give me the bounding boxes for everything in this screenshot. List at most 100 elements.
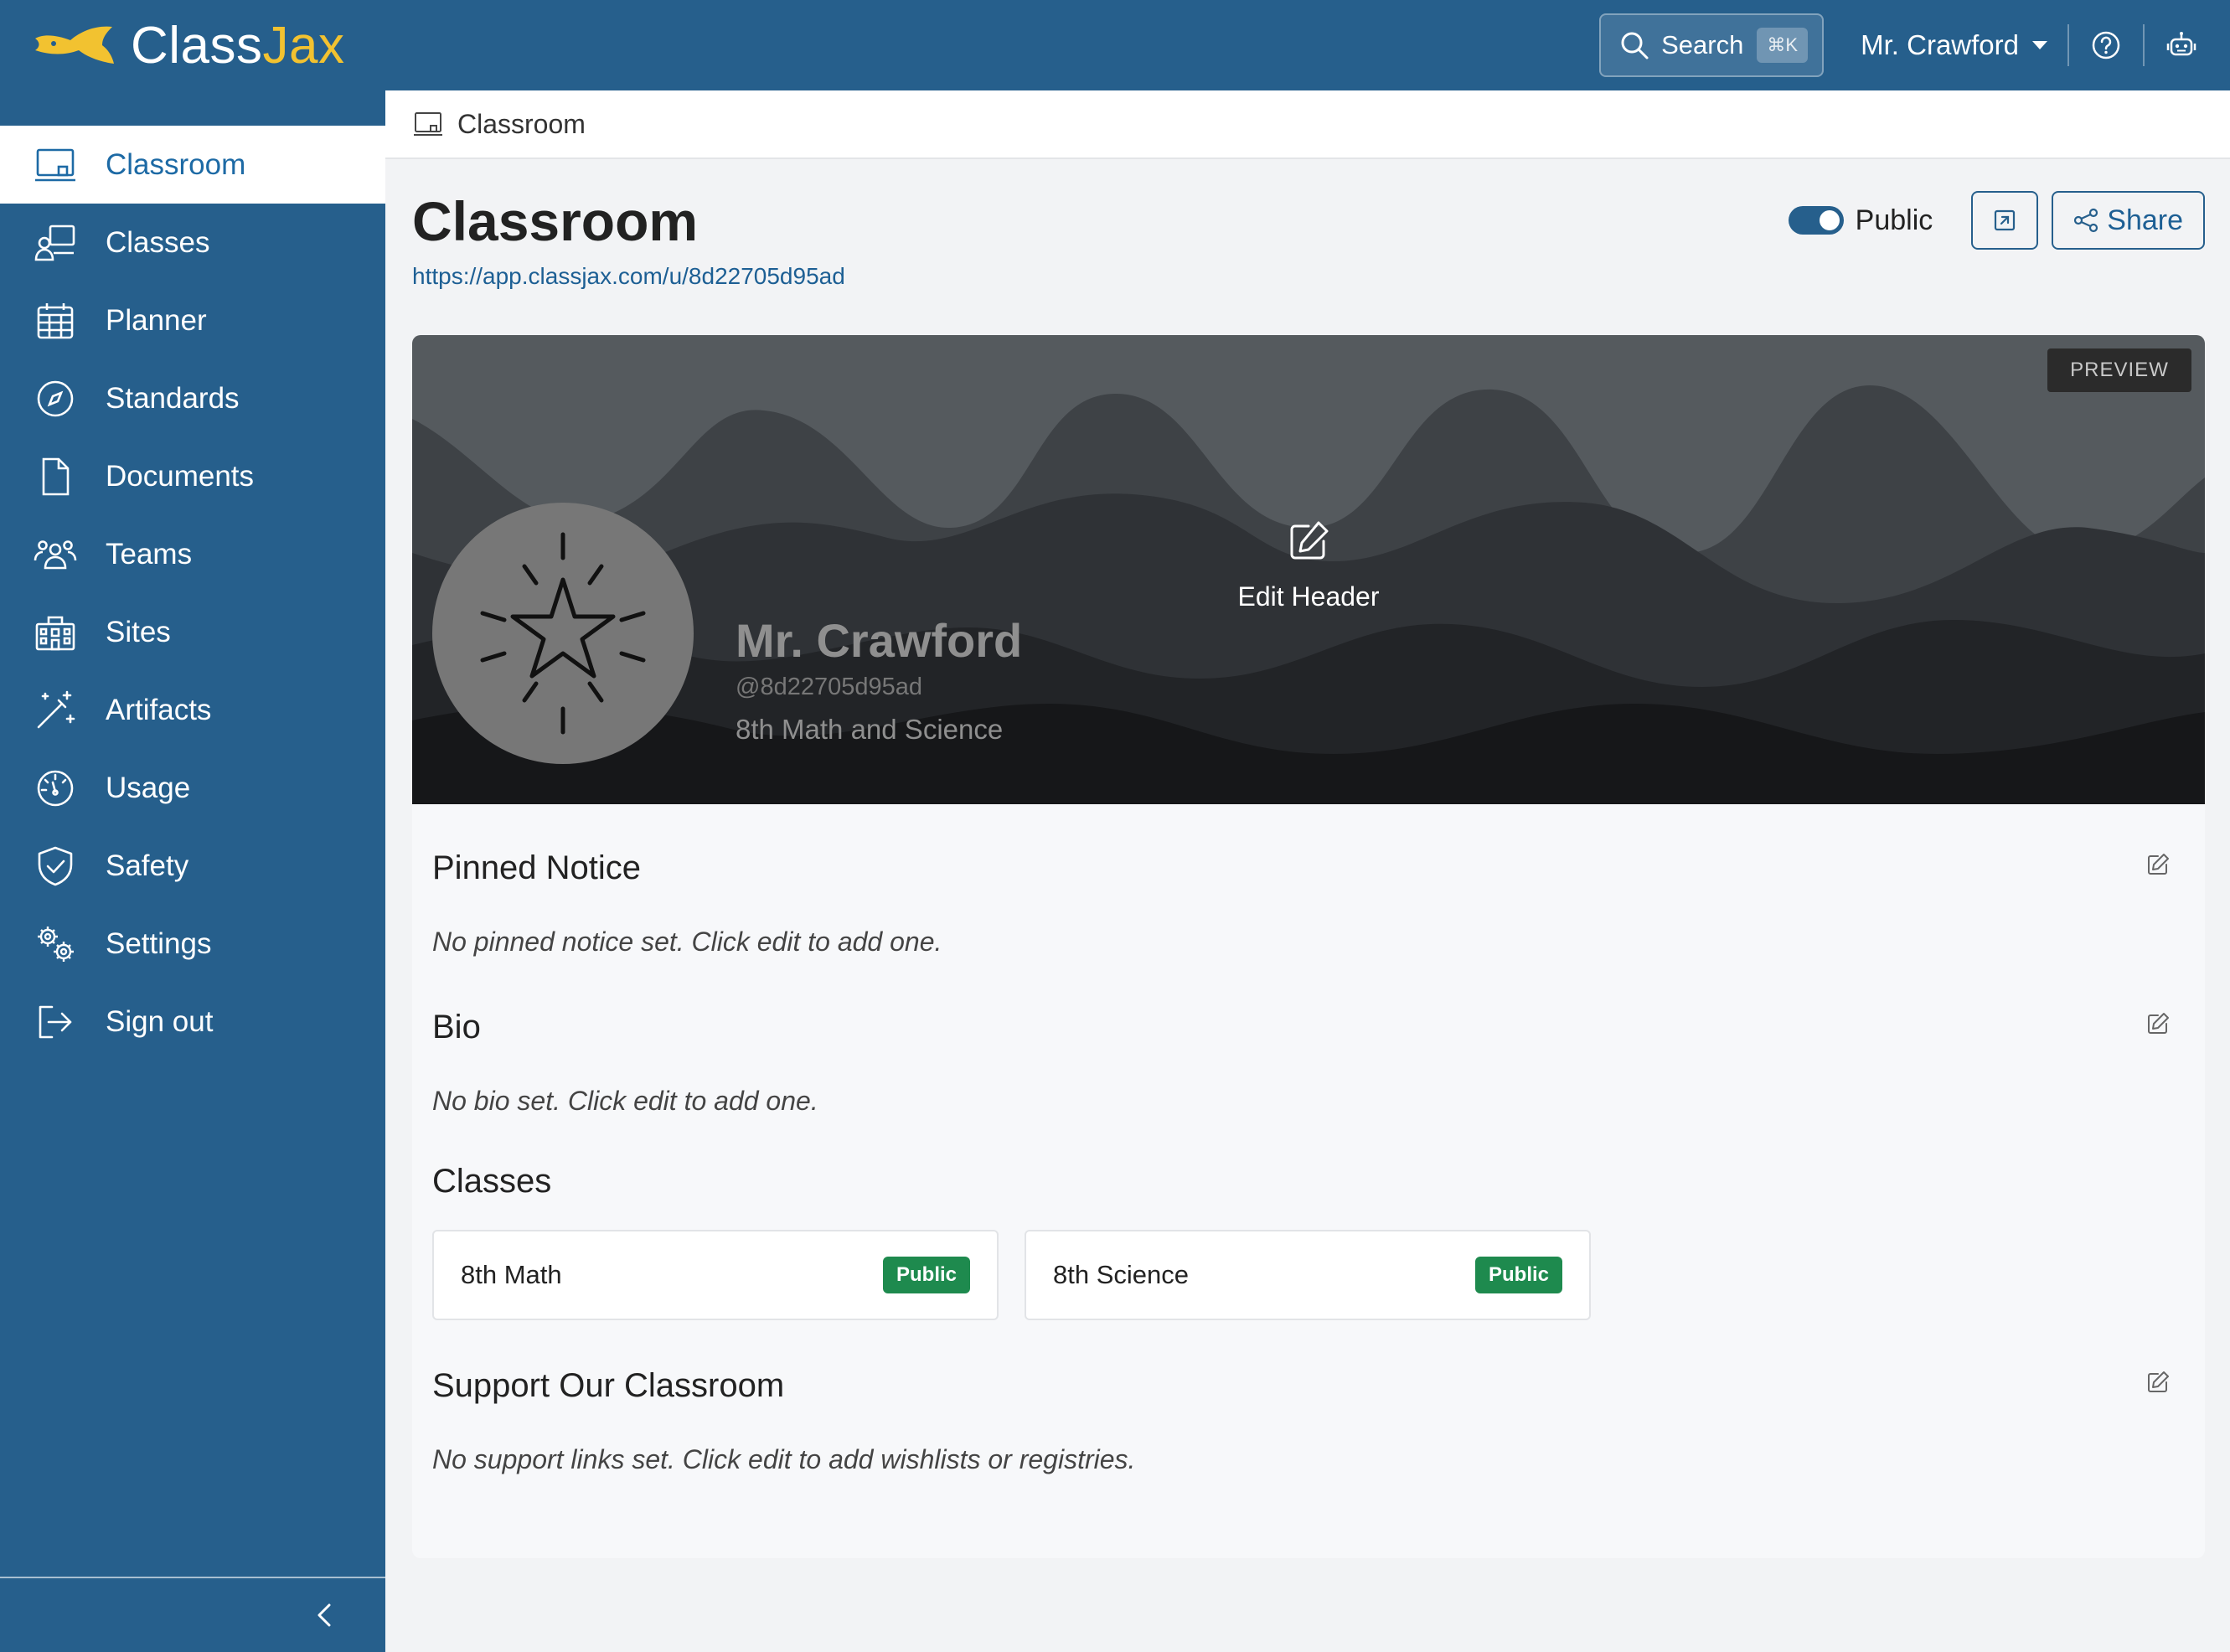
search-button[interactable]: Search ⌘K [1599,13,1825,77]
sidebar-item-label: Classroom [106,147,246,181]
sidebar-item-documents[interactable]: Documents [0,437,385,515]
calendar-icon [37,302,74,338]
sidebar-item-artifacts[interactable]: Artifacts [0,671,385,749]
sidebar-item-label: Safety [106,849,189,882]
status-badge: Public [1474,1257,1562,1293]
sidebar-item-label: Sign out [106,1004,214,1038]
divider [2143,24,2145,66]
brand-name-part1: Class [131,16,263,75]
share-label: Share [2107,204,2183,236]
status-badge: Public [882,1257,970,1293]
brand-name: ClassJax [131,16,345,75]
public-toggle-label: Public [1855,204,1933,236]
people-icon [34,539,77,569]
classroom-url-link[interactable]: https://app.classjax.com/u/8d22705d95ad [412,263,845,290]
page-title: Classroom [412,190,699,252]
support-text: No support links set. Click edit to add … [432,1444,1136,1474]
sidebar-item-planner[interactable]: Planner [0,281,385,359]
sidebar-item-label: Standards [106,381,240,415]
edit-header-label: Edit Header [1237,581,1380,612]
sidebar-item-label: Usage [106,771,191,804]
compass-icon [37,380,74,416]
sidebar-item-label: Settings [106,927,212,960]
sidebar-item-sites[interactable]: Sites [0,593,385,671]
class-name: 8th Math [461,1260,562,1289]
edit-icon[interactable] [2145,1369,2171,1396]
topbar-actions: Search ⌘K Mr. Crawford [1599,0,2230,90]
help-button[interactable] [2089,28,2123,62]
bio-title: Bio [432,1009,481,1045]
edit-icon[interactable] [2145,1010,2171,1037]
sidebar-item-label: Artifacts [106,693,212,726]
pinned-notice-text: No pinned notice set. Click edit to add … [432,927,942,957]
pinned-notice-title: Pinned Notice [432,849,642,886]
header-actions: Public Share [1788,191,2205,250]
sidebar-item-teams[interactable]: Teams [0,515,385,593]
sidebar-item-classes[interactable]: Classes [0,204,385,281]
sidebar-item-label: Teams [106,537,193,570]
robot-icon [2166,32,2196,56]
breadcrumb: Classroom [385,90,2230,159]
sidebar-nav: Classroom Classes Planner Standards Docu… [0,90,385,1061]
support-title: Support Our Classroom [432,1367,785,1404]
classroom-icon [414,112,442,136]
sidebar-item-classroom[interactable]: Classroom [0,126,385,204]
document-icon [42,457,70,495]
edit-icon[interactable] [2145,851,2171,878]
sidebar-item-label: Planner [106,303,207,337]
brand[interactable]: ClassJax [32,16,345,75]
classroom-icon [35,148,75,181]
magic-wand-icon [37,690,75,728]
profile-name: Mr. Crawford [736,614,1023,667]
shield-check-icon [38,846,73,885]
speedometer-icon [37,770,74,806]
share-button[interactable]: Share [2052,191,2205,250]
sidebar-item-sign-out[interactable]: Sign out [0,983,385,1061]
help-icon [2092,31,2120,59]
bio-text: No bio set. Click edit to add one. [432,1086,818,1116]
class-name: 8th Science [1053,1260,1189,1289]
sidebar-item-label: Documents [106,459,255,493]
sidebar-footer [0,1577,385,1652]
building-icon [35,616,75,650]
assistant-button[interactable] [2165,28,2198,62]
top-navbar: ClassJax Search ⌘K Mr. Crawford [0,0,2230,90]
user-name: Mr. Crawford [1861,29,2019,60]
sidebar-item-usage[interactable]: Usage [0,749,385,827]
sidebar-item-label: Sites [106,615,171,648]
brand-name-part2: Jax [262,16,345,75]
class-card[interactable]: 8th Math Public [432,1230,999,1320]
profile-header: PREVIEW Edit Header Mr. Crawford @8d2270… [412,335,2205,804]
chevron-down-icon [2032,41,2047,49]
share-icon [2074,208,2098,233]
search-label: Search [1661,30,1744,59]
gears-icon [38,926,74,962]
external-link-icon [1995,209,2016,231]
divider [2067,24,2069,66]
classroom-profile-card: PREVIEW Edit Header Mr. Crawford @8d2270… [412,335,2205,1558]
user-menu[interactable]: Mr. Crawford [1861,29,2047,61]
edit-icon [1290,521,1329,560]
search-icon [1621,32,1649,59]
sidebar-item-standards[interactable]: Standards [0,359,385,437]
classes-title: Classes [432,1163,552,1200]
public-toggle[interactable] [1788,206,1844,235]
preview-badge: PREVIEW [2047,348,2191,392]
open-external-button[interactable] [1971,191,2039,250]
star-icon [480,532,646,735]
chevron-left-icon[interactable] [308,1598,342,1632]
breadcrumb-label[interactable]: Classroom [457,109,586,140]
profile-handle: @8d22705d95ad [736,674,922,700]
avatar[interactable] [432,503,694,764]
sidebar: Classroom Classes Planner Standards Docu… [0,90,385,1652]
sidebar-item-safety[interactable]: Safety [0,827,385,905]
sidebar-item-settings[interactable]: Settings [0,905,385,983]
classes-icon [34,225,75,261]
search-shortcut: ⌘K [1757,28,1809,63]
profile-subtitle: 8th Math and Science [736,714,1004,745]
sign-out-icon [39,1005,72,1038]
sidebar-item-label: Classes [106,225,210,259]
edit-header-button[interactable]: Edit Header [1225,518,1392,612]
classjax-logo-icon [35,26,114,64]
class-card[interactable]: 8th Science Public [1025,1230,1591,1320]
